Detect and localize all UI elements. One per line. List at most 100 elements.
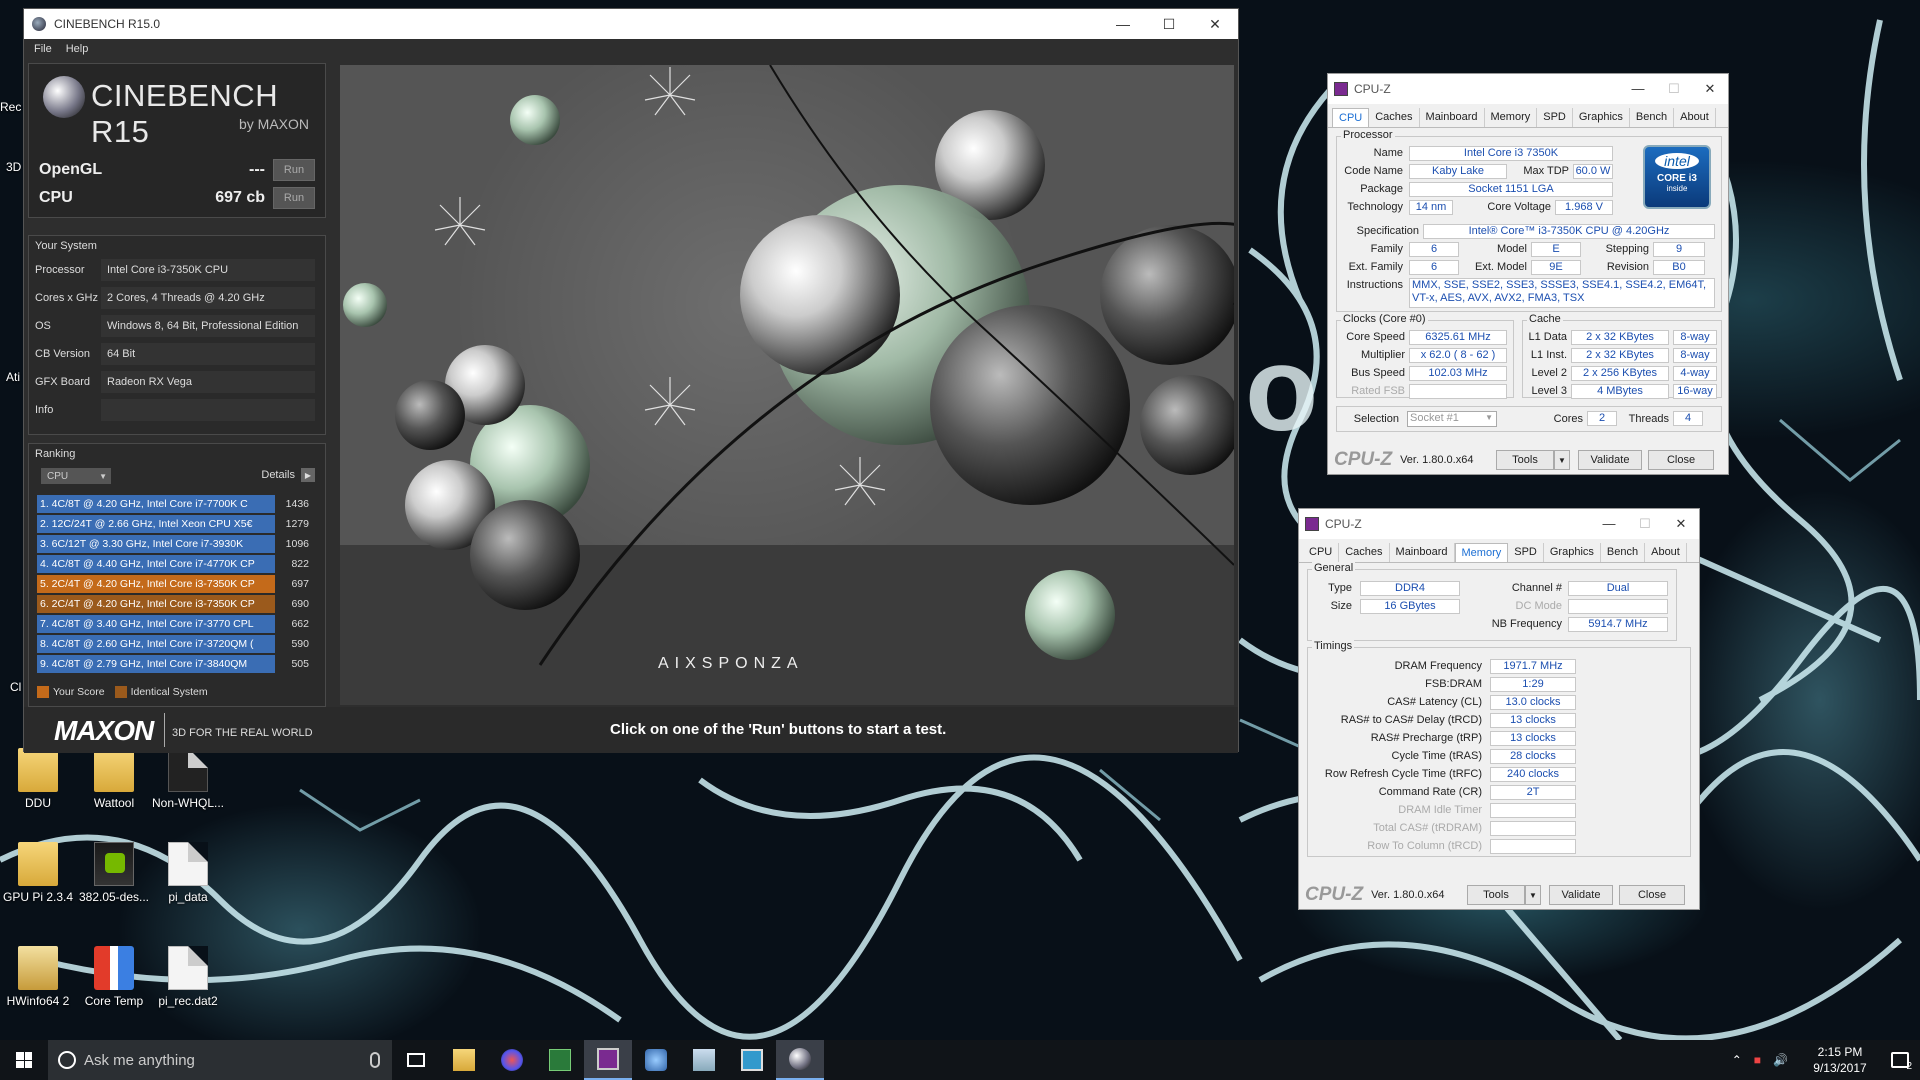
cpuz-cpu-window[interactable]: CPU-Z — ☐ ✕ CPU Caches Mainboard Memory … xyxy=(1327,73,1729,475)
ranking-row[interactable]: 7. 4C/8T @ 3.40 GHz, Intel Core i7-3770 … xyxy=(37,614,313,634)
maximize-icon[interactable]: ☐ xyxy=(1146,16,1192,33)
tab-memory[interactable]: Memory xyxy=(1485,108,1538,127)
ranking-row[interactable]: 8. 4C/8T @ 2.60 GHz, Intel Core i7-3720Q… xyxy=(37,634,313,654)
tab-about[interactable]: About xyxy=(1645,543,1687,562)
cinema4d-logo-icon xyxy=(43,76,85,118)
clock-date: 9/13/2017 xyxy=(1813,1061,1867,1075)
desktop-icon-pi-rec[interactable]: pi_rec.dat2 xyxy=(150,946,226,1008)
voltage-label: Core Voltage xyxy=(1487,201,1551,213)
close-icon[interactable]: ✕ xyxy=(1692,81,1728,97)
validate-button[interactable]: Validate xyxy=(1578,450,1642,470)
taskbar-app-settings[interactable] xyxy=(632,1040,680,1080)
desktop-icon-hwinfo[interactable]: HWinfo64 2 xyxy=(0,946,76,1008)
taskbar-app-paint[interactable] xyxy=(488,1040,536,1080)
taskbar-app-monitor[interactable] xyxy=(728,1040,776,1080)
desktop-icon-label: DDU xyxy=(25,796,51,810)
minimize-icon[interactable]: — xyxy=(1591,516,1627,532)
validate-button[interactable]: Validate xyxy=(1549,885,1613,905)
cortana-search-box[interactable]: Ask me anything xyxy=(48,1040,392,1080)
tab-caches[interactable]: Caches xyxy=(1339,543,1390,562)
desktop-icon-non-whql[interactable]: Non-WHQL... xyxy=(150,748,226,810)
tab-graphics[interactable]: Graphics xyxy=(1573,108,1630,127)
tools-button[interactable]: Tools xyxy=(1467,885,1525,905)
ranking-row[interactable]: 1. 4C/8T @ 4.20 GHz, Intel Core i7-7700K… xyxy=(37,494,313,514)
tab-bench[interactable]: Bench xyxy=(1601,543,1646,562)
cpuz-memory-window[interactable]: CPU-Z — ☐ ✕ CPU Caches Mainboard Memory … xyxy=(1298,508,1700,910)
info-input[interactable] xyxy=(101,399,315,421)
tab-memory[interactable]: Memory xyxy=(1454,543,1509,562)
maxon-tagline: 3D FOR THE REAL WORLD xyxy=(172,727,313,739)
cache-group: Cache L1 Data 2 x 32 KBytes 8-way L1 Ins… xyxy=(1522,313,1722,399)
volume-icon[interactable]: 🔊 xyxy=(1773,1053,1788,1067)
menu-help[interactable]: Help xyxy=(66,43,89,55)
ranking-row-identical[interactable]: 6. 2C/4T @ 4.20 GHz, Intel Core i3-7350K… xyxy=(37,594,313,614)
cinebench-titlebar[interactable]: CINEBENCH R15.0 — ☐ ✕ xyxy=(24,9,1238,39)
taskbar-app-notepad[interactable] xyxy=(680,1040,728,1080)
ranking-row[interactable]: 9. 4C/8T @ 2.79 GHz, Intel Core i7-3840Q… xyxy=(37,654,313,674)
tools-button[interactable]: Tools xyxy=(1496,450,1554,470)
tab-caches[interactable]: Caches xyxy=(1369,108,1420,127)
chevron-up-icon[interactable]: ⌃ xyxy=(1732,1053,1742,1067)
close-icon[interactable]: ✕ xyxy=(1192,16,1238,33)
ranking-select[interactable]: CPU ▼ xyxy=(41,468,111,484)
tab-cpu[interactable]: CPU xyxy=(1332,108,1370,127)
ranking-row-your-score[interactable]: 5. 2C/4T @ 4.20 GHz, Intel Core i3-7350K… xyxy=(37,574,313,594)
ranking-row[interactable]: 3. 6C/12T @ 3.30 GHz, Intel Core i7-3930… xyxy=(37,534,313,554)
start-button[interactable] xyxy=(0,1040,48,1080)
clock[interactable]: 2:15 PM 9/13/2017 xyxy=(1800,1044,1880,1076)
tab-about[interactable]: About xyxy=(1674,108,1716,127)
close-button[interactable]: Close xyxy=(1619,885,1685,905)
minimize-icon[interactable]: — xyxy=(1620,81,1656,97)
ranking-row[interactable]: 4. 4C/8T @ 4.40 GHz, Intel Core i7-4770K… xyxy=(37,554,313,574)
desktop-icon-label: Non-WHQL... xyxy=(151,796,224,810)
tab-bench[interactable]: Bench xyxy=(1630,108,1675,127)
tools-dropdown-icon[interactable]: ▼ xyxy=(1554,450,1570,470)
cinebench-window[interactable]: CINEBENCH R15.0 — ☐ ✕ File Help CINEBENC… xyxy=(23,8,1239,753)
network-icon[interactable]: ■ xyxy=(1754,1053,1761,1067)
desktop-icon-core-temp[interactable]: Core Temp xyxy=(76,946,152,1008)
close-button[interactable]: Close xyxy=(1648,450,1714,470)
action-center-button[interactable]: 2 xyxy=(1880,1040,1920,1080)
l2-label: Level 2 xyxy=(1531,367,1567,379)
tab-graphics[interactable]: Graphics xyxy=(1544,543,1601,562)
your-system-panel: Your System Processor Intel Core i3-7350K… xyxy=(28,235,326,435)
tab-spd[interactable]: SPD xyxy=(1508,543,1544,562)
ranking-list[interactable]: 1. 4C/8T @ 4.20 GHz, Intel Core i7-7700K… xyxy=(37,494,313,684)
close-icon[interactable]: ✕ xyxy=(1663,516,1699,532)
desktop-icon-ddu[interactable]: DDU xyxy=(0,748,76,810)
ranking-panel: Ranking CPU ▼ Details ▶ 1. 4C/8T @ 4.20 … xyxy=(28,443,326,707)
desktop-icon-gpu-pi[interactable]: GPU Pi 2.3.4 xyxy=(0,842,76,904)
tools-dropdown-icon[interactable]: ▼ xyxy=(1525,885,1541,905)
opengl-run-button[interactable]: Run xyxy=(273,159,315,181)
menu-file[interactable]: File xyxy=(34,43,52,55)
taskbar-app-cinebench[interactable] xyxy=(776,1040,824,1080)
timing-label: RAS# Precharge (tRP) xyxy=(1370,732,1482,744)
desktop-icon-wattool[interactable]: Wattool xyxy=(76,748,152,810)
timing-value: 13 clocks xyxy=(1490,731,1576,746)
desktop-icon-label: HWinfo64 2 xyxy=(6,994,70,1008)
timing-label: Command Rate (CR) xyxy=(1378,786,1482,798)
timing-label: Row To Column (tRCD) xyxy=(1367,840,1482,852)
l3-label: Level 3 xyxy=(1531,385,1567,397)
desktop-icon-nvidia-driver[interactable]: 382.05-des... xyxy=(76,842,152,904)
microphone-icon[interactable] xyxy=(370,1052,380,1068)
tab-mainboard[interactable]: Mainboard xyxy=(1390,543,1455,562)
cpu-run-button[interactable]: Run xyxy=(273,187,315,209)
cpuz-titlebar[interactable]: CPU-Z — ☐ ✕ xyxy=(1328,74,1728,104)
cortana-icon xyxy=(58,1051,76,1069)
taskbar-app-cpuz[interactable] xyxy=(584,1040,632,1080)
taskbar-app-gpu[interactable] xyxy=(536,1040,584,1080)
desktop-icon-pi-data[interactable]: pi_data xyxy=(150,842,226,904)
minimize-icon[interactable]: — xyxy=(1100,16,1146,33)
nb-frequency-value: 5914.7 MHz xyxy=(1568,617,1668,632)
tab-cpu[interactable]: CPU xyxy=(1303,543,1340,562)
tab-spd[interactable]: SPD xyxy=(1537,108,1573,127)
tab-mainboard[interactable]: Mainboard xyxy=(1420,108,1485,127)
selection-dropdown[interactable]: Socket #1 ▼ xyxy=(1407,411,1497,427)
folder-icon xyxy=(94,748,134,792)
ranking-row[interactable]: 2. 12C/24T @ 2.66 GHz, Intel Xeon CPU X5… xyxy=(37,514,313,534)
task-view-button[interactable] xyxy=(392,1040,440,1080)
file-explorer-button[interactable] xyxy=(440,1040,488,1080)
details-button[interactable]: Details ▶ xyxy=(261,468,315,482)
cpuz-titlebar[interactable]: CPU-Z — ☐ ✕ xyxy=(1299,509,1699,539)
